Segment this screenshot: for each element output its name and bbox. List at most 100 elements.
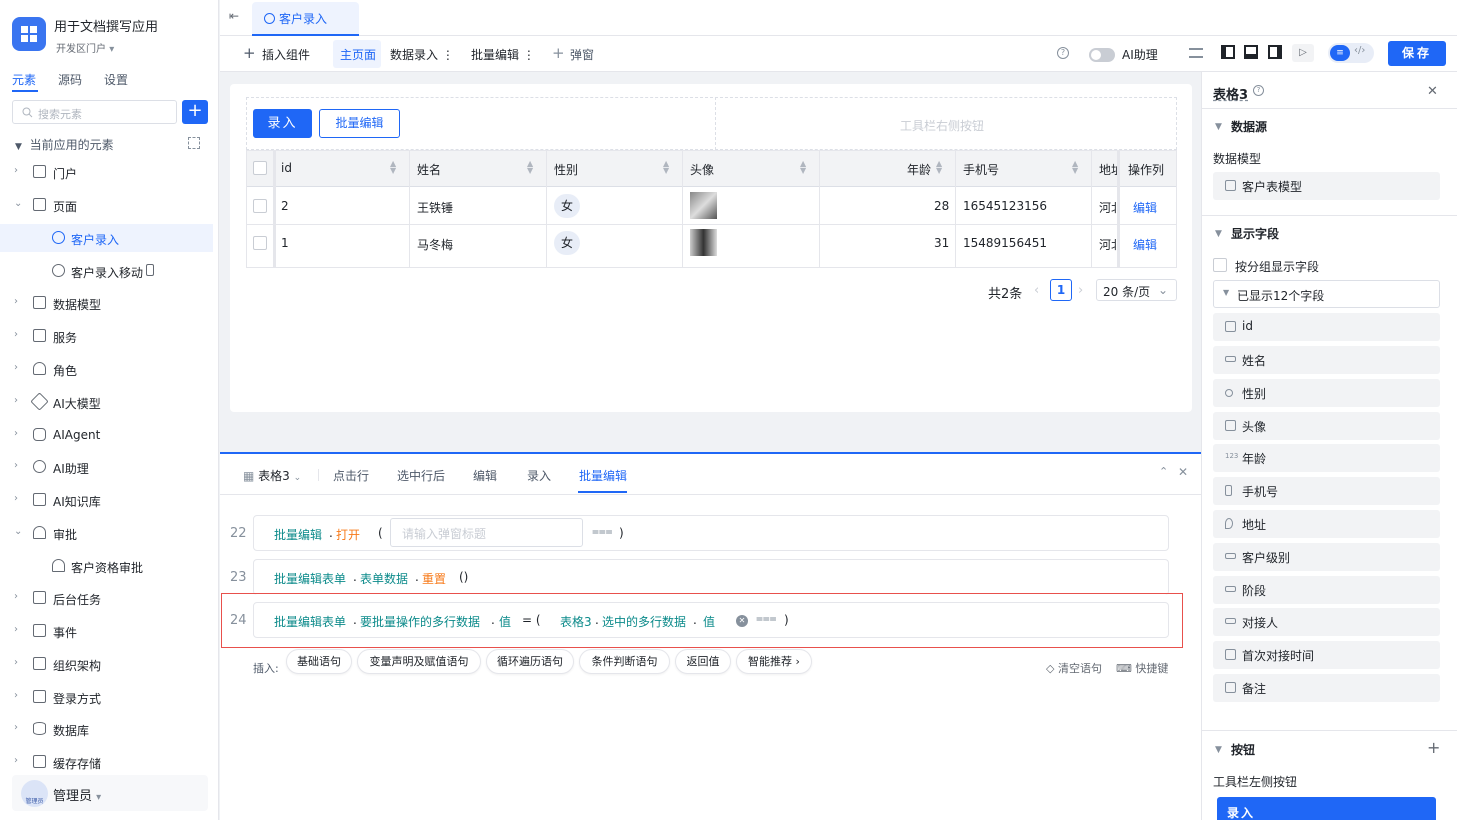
clear-statements-button[interactable]: ◇ 清空语句 (1046, 660, 1102, 676)
field-remark[interactable]: 备注 (1213, 674, 1440, 702)
nav-ai-knowledge[interactable]: › AI知识库 (0, 486, 219, 514)
data-entry-tab[interactable]: 数据录入 ⋮ (390, 46, 454, 63)
add-button-icon[interactable]: + (1427, 738, 1440, 757)
entry-button[interactable]: 录入 (253, 109, 312, 138)
save-button[interactable]: 保存 (1388, 41, 1446, 66)
view-mode-switch[interactable]: ≡ ‹/› (1328, 43, 1374, 63)
plus-icon[interactable]: + (243, 44, 256, 62)
batch-edit-tab[interactable]: 批量编辑 ⋮ (471, 46, 535, 63)
field-customer-level[interactable]: 客户级别 (1213, 543, 1440, 571)
collapse-icon[interactable]: ⌃ (1159, 465, 1168, 478)
nav-event[interactable]: › 事件 (0, 617, 219, 645)
section-current-elements[interactable]: ▼ 当前应用的元素 (15, 136, 114, 153)
nav-database[interactable]: › 数据库 (0, 715, 219, 743)
ai-assistant-toggle[interactable] (1089, 48, 1115, 62)
th-age[interactable]: 年龄 (907, 161, 931, 178)
popup-title-input[interactable]: 请输入弹窗标题 (390, 518, 583, 547)
collapse-caret-icon[interactable]: ▼ (1215, 122, 1222, 132)
field-first-contact-time[interactable]: 首次对接时间 (1213, 641, 1440, 669)
th-id[interactable]: id (281, 161, 292, 175)
nav-customer-entry-mobile[interactable]: 客户录入移动 (0, 257, 219, 285)
field-avatar[interactable]: 头像 (1213, 412, 1440, 440)
entry-button-config[interactable]: 录入 (1217, 797, 1436, 820)
app-subtitle[interactable]: 开发区门户 ▾ (56, 40, 114, 55)
tab-table3[interactable]: ▦ 表格3 ⌄ (243, 467, 301, 484)
statement-23[interactable]: 批量编辑表单 . 表单数据 . 重置 () (253, 559, 1169, 595)
field-gender[interactable]: 性别 (1213, 379, 1440, 407)
field-stage[interactable]: 阶段 (1213, 576, 1440, 604)
sort-icon[interactable]: ▲ ▼ (527, 160, 533, 175)
tab-customer-entry[interactable]: 客户录入 (252, 2, 359, 36)
shortcut-button[interactable]: ⌨ 快捷键 (1116, 660, 1168, 676)
sort-icon[interactable]: ▲ ▼ (663, 160, 669, 175)
tab-elements[interactable]: 元素 (12, 71, 36, 88)
add-popup-icon[interactable]: + (552, 44, 565, 62)
locate-icon[interactable] (188, 137, 200, 149)
nav-org[interactable]: › 组织架构 (0, 650, 219, 678)
chip-return[interactable]: 返回值 (675, 649, 731, 674)
field-phone[interactable]: 手机号 (1213, 477, 1440, 505)
nav-cache[interactable]: › 缓存存储 (0, 748, 219, 776)
th-avatar[interactable]: 头像 (690, 161, 714, 178)
nav-customer-approval[interactable]: 客户资格审批 (0, 552, 219, 580)
nav-service[interactable]: › 服务 (0, 322, 219, 350)
nav-ai-agent[interactable]: › AIAgent (0, 421, 219, 449)
main-page-tab[interactable]: 主页面 (340, 46, 376, 63)
th-address[interactable]: 地址 (1099, 161, 1117, 178)
nav-login[interactable]: › 登录方式 (0, 683, 219, 711)
field-id[interactable]: id (1213, 313, 1440, 341)
tab-row-click[interactable]: 点击行 (333, 467, 369, 484)
field-address[interactable]: 地址 (1213, 510, 1440, 538)
th-phone[interactable]: 手机号 (963, 161, 999, 178)
field-contact[interactable]: 对接人 (1213, 608, 1440, 636)
nav-role[interactable]: › 角色 (0, 355, 219, 383)
tab-source[interactable]: 源码 (58, 71, 82, 88)
collapse-sidebar-icon[interactable]: ⇤ (229, 9, 239, 23)
chip-smart[interactable]: 智能推荐 › (736, 649, 812, 674)
chip-variable[interactable]: 变量声明及赋值语句 (357, 649, 481, 674)
toolbar-right-placeholder[interactable]: 工具栏右侧按钮 (900, 117, 984, 134)
tab-row-selected[interactable]: 选中行后 (397, 467, 445, 484)
sort-icon[interactable]: ▲ ▼ (1072, 160, 1078, 175)
section-display-fields[interactable]: 显示字段 (1231, 225, 1279, 242)
close-panel-icon[interactable]: ✕ (1427, 84, 1438, 99)
nav-background-task[interactable]: › 后台任务 (0, 584, 219, 612)
row-checkbox[interactable] (253, 236, 267, 250)
left-panel-icon[interactable] (1221, 45, 1235, 59)
tab-settings[interactable]: 设置 (104, 71, 128, 88)
field-age[interactable]: 123 年龄 (1213, 444, 1440, 472)
page-size-select[interactable]: 20 条/页 ⌄ (1096, 279, 1177, 301)
user-name[interactable]: 管理员 ▾ (53, 785, 101, 804)
help-icon[interactable]: ? (1253, 85, 1264, 96)
edit-link[interactable]: 编辑 (1133, 199, 1157, 216)
bottom-panel-icon[interactable] (1244, 45, 1258, 59)
row-checkbox[interactable] (253, 199, 267, 213)
field-name[interactable]: 姓名 (1213, 346, 1440, 374)
nav-ai-model[interactable]: › AI大模型 (0, 388, 219, 416)
nav-pages[interactable]: ⌄ 页面 (0, 191, 219, 219)
batch-edit-button[interactable]: 批量编辑 (319, 109, 400, 138)
chip-loop[interactable]: 循环遍历语句 (486, 649, 574, 674)
next-page-icon[interactable]: › (1078, 283, 1083, 298)
layout-icon[interactable] (1189, 48, 1203, 58)
add-element-button[interactable]: + (182, 100, 208, 124)
collapse-caret-icon[interactable]: ▼ (1215, 229, 1222, 239)
data-model-field[interactable]: 客户表模型 (1213, 172, 1440, 200)
sort-icon[interactable]: ▲ ▼ (390, 160, 396, 175)
tab-batch-edit[interactable]: 批量编辑 (579, 467, 627, 484)
tab-edit[interactable]: 编辑 (473, 467, 497, 484)
right-panel-icon[interactable] (1268, 45, 1282, 59)
insert-component-button[interactable]: 插入组件 (262, 46, 310, 63)
sort-icon[interactable]: ▲ ▼ (800, 160, 806, 175)
chip-condition[interactable]: 条件判断语句 (579, 649, 670, 674)
prev-page-icon[interactable]: ‹ (1034, 283, 1039, 298)
collapse-caret-icon[interactable]: ▼ (1215, 745, 1222, 755)
help-icon[interactable]: ? (1057, 47, 1069, 59)
nav-customer-entry[interactable]: 客户录入 (0, 224, 213, 252)
section-datasource[interactable]: 数据源 (1231, 118, 1267, 135)
component-title[interactable]: 表格3 (1213, 84, 1248, 103)
nav-approval[interactable]: ⌄ 审批 (0, 519, 219, 547)
th-name[interactable]: 姓名 (417, 161, 441, 178)
preview-play-icon[interactable]: ▷ (1292, 44, 1314, 62)
group-fields-checkbox[interactable] (1213, 258, 1227, 272)
